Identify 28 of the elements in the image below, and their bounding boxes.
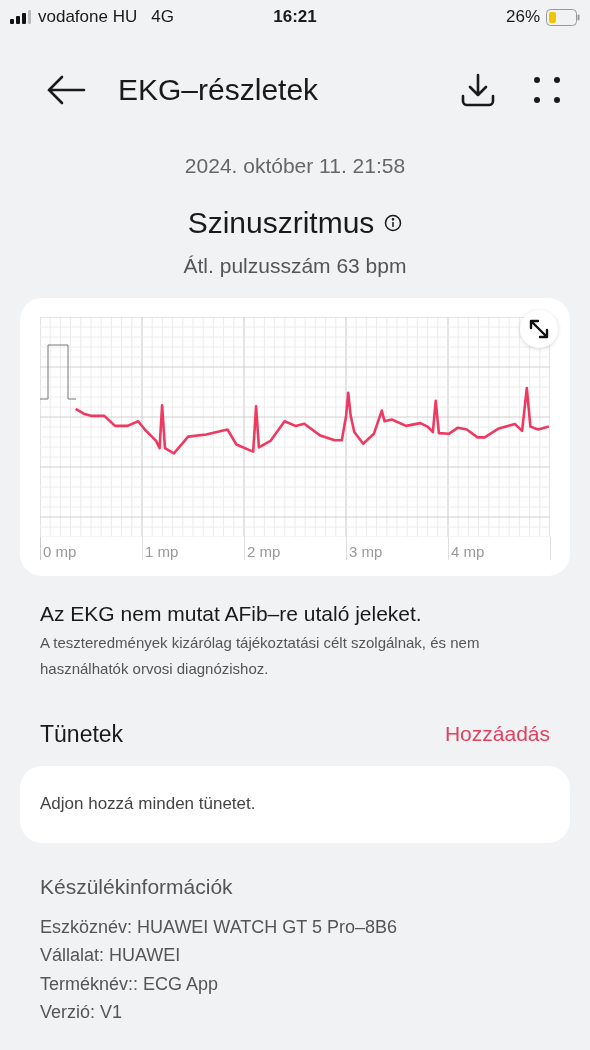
time-label: 2 mp [245, 537, 347, 560]
rhythm-result: Szinuszritmus [187, 206, 375, 240]
disclaimer-text: A teszteredmények kizárólag tájékoztatási célt szolgálnak, és nem használhatók orvosi diagnózishoz. [40, 633, 481, 680]
time-label: 1 mp [143, 537, 245, 560]
ecg-summary: Az EKG nem mutat AFib–re utaló jeleket. [40, 602, 423, 626]
signal-icon [10, 10, 32, 24]
device-info-line: Verzió: V1 [40, 1001, 124, 1024]
device-info-line: Terméknév:: ECG App [40, 972, 220, 996]
section-title: Tünetek [40, 720, 124, 748]
device-info-line: Vállalat: HUAWEI [40, 944, 182, 967]
expand-icon [528, 318, 550, 340]
time-label: 3 mp [347, 537, 449, 560]
clock-time: 16:21 [273, 7, 317, 27]
record-date: 2024. október 11. 21:58 [183, 154, 407, 178]
time-label: 4 mp [449, 537, 551, 560]
add-link[interactable]: Hozzáadás [444, 722, 550, 746]
average-heart-rate: Átl. pulzusszám 63 bpm [182, 254, 408, 278]
carrier-name: vodafone HU [38, 7, 138, 27]
info-icon[interactable] [384, 214, 403, 232]
network-type: 4G [151, 7, 174, 27]
battery-icon [546, 8, 580, 26]
battery-percent: 26% [505, 7, 540, 27]
device-info-line: Eszköznév: HUAWEI WATCH GT 5 Pro–8B6 [40, 915, 399, 939]
page-title: EKG–részletek [118, 73, 320, 107]
symptoms-field[interactable]: Adjon hozzá minden tünetet. [20, 765, 570, 843]
time-label: 0 mp [41, 537, 143, 560]
expand-button[interactable] [520, 310, 558, 348]
section-title: Készülékinformációk [39, 874, 234, 899]
